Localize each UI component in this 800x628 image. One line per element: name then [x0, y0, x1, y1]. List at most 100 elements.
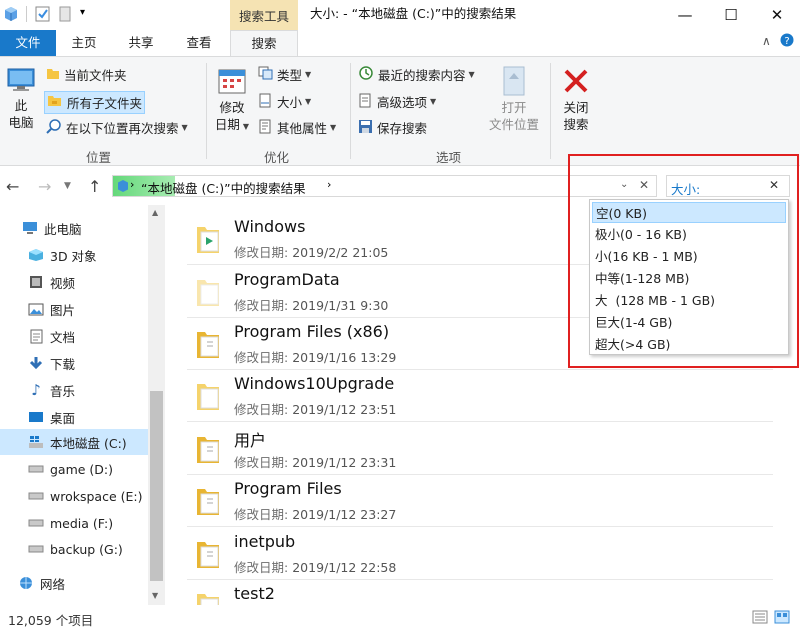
title-bar: ▾ 搜索工具 大小: - “本地磁盘 (C:)”中的搜索结果 — ☐ ✕ [0, 0, 800, 30]
recent-searches-icon [358, 65, 374, 84]
nav-item-downloads[interactable]: 下载 [0, 350, 148, 376]
help-icon[interactable]: ? [780, 33, 794, 50]
close-window-button[interactable]: ✕ [754, 0, 800, 30]
nav-label: media (F:) [50, 515, 114, 531]
item-name: ProgramData [234, 270, 340, 289]
current-folder-button[interactable]: 当前文件夹 [46, 65, 127, 84]
size-label: 大小 [277, 95, 303, 110]
nav-item-local-disk-c[interactable]: 本地磁盘 (C:) [0, 429, 148, 455]
item-name: inetpub [234, 532, 296, 551]
chevron-down-icon: ▼ [330, 123, 337, 132]
folder-icon [195, 380, 221, 415]
nav-item-wrokspace-e[interactable]: wrokspace (E:) [0, 483, 148, 509]
list-item[interactable]: inetpub 修改日期: 2019/1/12 22:58 [187, 528, 773, 580]
recent-searches-button[interactable]: 最近的搜索内容 ▼ [358, 65, 475, 84]
chevron-down-icon: ▼ [305, 97, 312, 106]
nav-item-desktop[interactable]: 桌面 [0, 404, 148, 430]
list-item[interactable]: 用户 修改日期: 2019/1/12 23:31 [187, 423, 773, 475]
address-path[interactable]: “本地磁盘 (C:)”中的搜索结果 [141, 178, 306, 197]
customize-toolbar-icon[interactable]: ▾ [80, 7, 85, 23]
large-icons-view-icon[interactable] [774, 610, 790, 627]
new-folder-icon[interactable] [58, 6, 72, 22]
tab-search[interactable]: 搜索 [230, 30, 298, 57]
item-modified: 修改日期: 2019/1/12 23:31 [234, 455, 397, 470]
search-again-in-button[interactable]: 在以下位置再次搜索 ▼ [46, 118, 188, 137]
collapse-ribbon-icon[interactable]: ∧ [762, 34, 771, 48]
item-modified: 修改日期: 2019/2/2 21:05 [234, 245, 389, 260]
scroll-down-icon[interactable]: ▼ [152, 591, 158, 600]
close-search-label: 关闭 搜索 [563, 100, 589, 132]
folder-icon [195, 485, 221, 520]
close-search-button[interactable]: 关闭 搜索 [556, 63, 596, 133]
open-file-location-button[interactable]: 打开 文件位置 [484, 63, 544, 133]
size-icon [258, 93, 273, 111]
nav-item-documents[interactable]: 文档 [0, 323, 148, 349]
nav-item-pictures[interactable]: 图片 [0, 296, 148, 322]
breadcrumb-chevron-icon[interactable]: › [327, 178, 331, 191]
up-arrow-icon[interactable]: ↑ [88, 177, 101, 196]
back-arrow-icon[interactable]: ← [6, 177, 19, 196]
details-view-icon[interactable] [752, 610, 768, 627]
desktop-icon [28, 409, 44, 425]
nav-item-backup-g[interactable]: backup (G:) [0, 536, 148, 562]
nav-label: 桌面 [50, 410, 76, 426]
music-icon: ♪ [31, 381, 41, 399]
recent-locations-icon[interactable]: ▼ [64, 181, 71, 191]
this-pc-button[interactable]: 此 电脑 [4, 63, 38, 131]
subfolders-icon [47, 94, 63, 111]
save-search-label: 保存搜索 [377, 121, 428, 136]
item-modified: 修改日期: 2019/1/16 13:29 [234, 350, 397, 365]
nav-pane-scroll-thumb[interactable] [150, 391, 163, 581]
nav-item-3d-objects[interactable]: 3D 对象 [0, 242, 148, 268]
modified-date-label: 修改 日期 ▼ [214, 100, 250, 132]
all-subfolders-button[interactable]: 所有子文件夹 [44, 91, 146, 114]
tab-view[interactable]: 查看 [172, 30, 226, 56]
chevron-down-icon: ▼ [181, 123, 188, 132]
other-properties-label: 其他属性 [277, 121, 328, 136]
type-button[interactable]: 类型 ▼ [258, 65, 311, 84]
folder-icon [195, 328, 221, 363]
documents-icon [28, 328, 44, 344]
nav-item-game-d[interactable]: game (D:) [0, 456, 148, 482]
nav-item-media-f[interactable]: media (F:) [0, 510, 148, 536]
tab-file[interactable]: 文件 [0, 30, 56, 56]
scroll-up-icon[interactable]: ▲ [152, 208, 158, 217]
nav-label: 本地磁盘 (C:) [50, 435, 127, 451]
maximize-button[interactable]: ☐ [708, 0, 754, 30]
properties-icon[interactable] [35, 6, 51, 22]
advanced-options-button[interactable]: 高级选项 ▼ [358, 92, 436, 111]
nav-item-network[interactable]: 网络 [0, 570, 148, 596]
drive-icon [28, 541, 44, 557]
status-bar: 12,059 个项目 [0, 606, 800, 628]
type-icon [258, 66, 273, 83]
folder-icon [195, 590, 221, 605]
nav-item-music[interactable]: ♪ 音乐 [0, 377, 148, 403]
ribbon: 此 电脑 当前文件夹 所有子文件夹 在以下位置再次搜索 ▼ 位置 修改 日期 ▼ … [0, 56, 800, 166]
tab-share[interactable]: 共享 [114, 30, 168, 56]
save-search-button[interactable]: 保存搜索 [358, 118, 427, 137]
3d-objects-icon [28, 247, 44, 263]
drive-icon [28, 461, 44, 477]
close-search-icon [556, 63, 596, 99]
nav-label: game (D:) [50, 461, 114, 477]
nav-label: 音乐 [50, 383, 76, 399]
search-again-icon [46, 118, 62, 137]
breadcrumb-chevron-icon[interactable]: › [130, 178, 134, 191]
nav-item-this-pc[interactable]: 此电脑 [0, 215, 148, 241]
modified-date-button[interactable]: 修改 日期 ▼ [212, 63, 252, 135]
item-name: Program Files (x86) [234, 322, 390, 341]
computer-icon [22, 220, 38, 236]
list-item[interactable]: Windows10Upgrade 修改日期: 2019/1/12 23:51 [187, 370, 773, 422]
windows-folder-icon [195, 223, 221, 258]
forward-arrow-icon[interactable]: → [38, 177, 51, 196]
toolbar-separator [26, 6, 27, 22]
nav-item-videos[interactable]: 视频 [0, 269, 148, 295]
item-name: Windows [234, 217, 306, 236]
size-button[interactable]: 大小 ▼ [258, 92, 311, 111]
group-separator [206, 63, 207, 159]
other-properties-button[interactable]: 其他属性 ▼ [258, 118, 336, 137]
list-item[interactable]: Program Files 修改日期: 2019/1/12 23:27 [187, 475, 773, 527]
minimize-button[interactable]: — [662, 0, 708, 30]
tab-home[interactable]: 主页 [58, 30, 110, 56]
list-item[interactable]: test2 [187, 580, 773, 605]
